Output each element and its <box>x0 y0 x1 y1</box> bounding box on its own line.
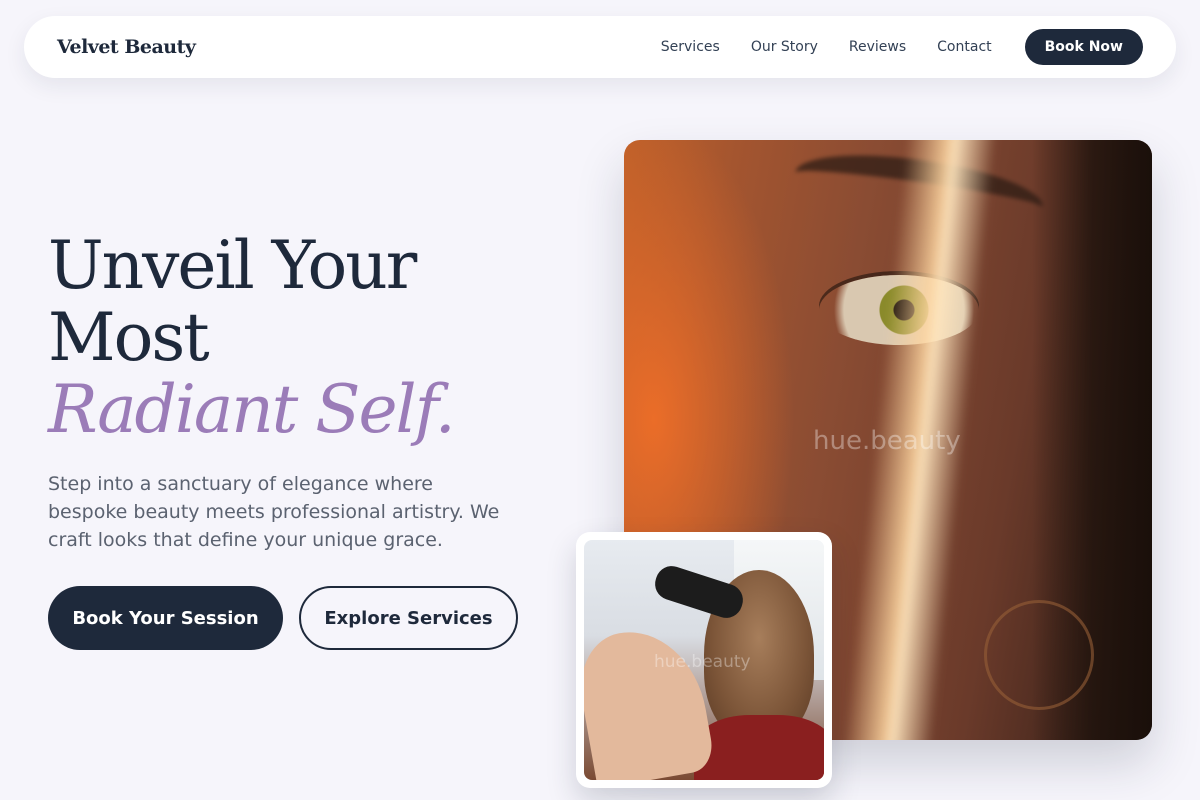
nav-links: Services Our Story Reviews Contact Book … <box>630 29 1143 65</box>
explore-services-button[interactable]: Explore Services <box>299 586 518 650</box>
image-watermark: hue.beauty <box>813 426 961 456</box>
nav-link-services[interactable]: Services <box>661 39 720 55</box>
hero-title: Unveil Your Most Radiant Self. <box>48 230 588 446</box>
nav-link-reviews[interactable]: Reviews <box>849 39 906 55</box>
book-now-button[interactable]: Book Now <box>1024 29 1143 65</box>
hair-dryer-shape <box>650 561 748 623</box>
salon-image-card: hue.beauty <box>576 532 832 788</box>
hero-title-line-2: Most <box>48 299 210 376</box>
client-shirt <box>694 715 824 780</box>
hero-subtitle: Step into a sanctuary of elegance where … <box>48 473 500 551</box>
hero-title-accent: Radiant Self. <box>48 371 456 448</box>
book-session-button[interactable]: Book Your Session <box>48 586 283 650</box>
salon-blowdry-image: hue.beauty <box>584 540 824 780</box>
nav-link-contact[interactable]: Contact <box>937 39 991 55</box>
earring-shape <box>984 600 1094 710</box>
nav-link-our-story[interactable]: Our Story <box>751 39 818 55</box>
navbar: Velvet Beauty Services Our Story Reviews… <box>24 16 1176 78</box>
brand-logo[interactable]: Velvet Beauty <box>57 36 196 58</box>
stylist-arm <box>584 620 717 780</box>
image-watermark-small: hue.beauty <box>654 652 751 672</box>
hero-title-line-1: Unveil Your <box>48 227 417 304</box>
